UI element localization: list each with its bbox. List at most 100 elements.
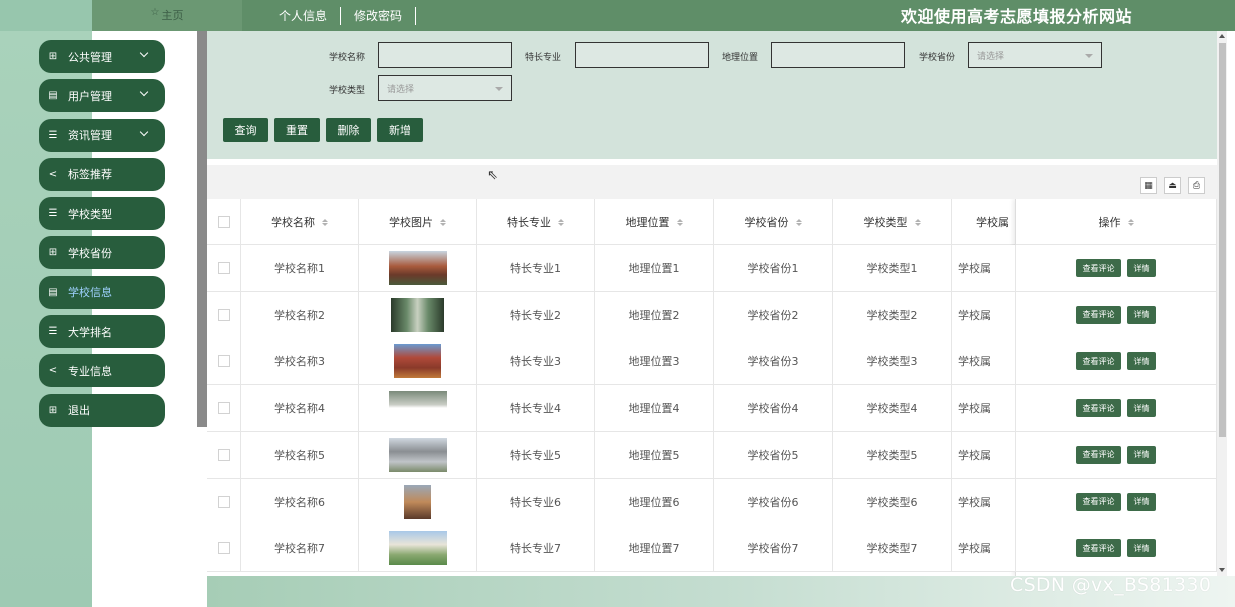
cell-text: 特长专业4 [510, 402, 561, 416]
row-checkbox[interactable] [217, 308, 230, 321]
view-comments-button[interactable]: 查看评论 [1076, 539, 1121, 558]
school-image [388, 437, 447, 472]
sidebar-item[interactable]: < 专业信息 [39, 354, 165, 388]
type-select[interactable]: 请选择 [378, 75, 512, 101]
school-name-input[interactable] [378, 42, 512, 68]
table-cell: 学校类型1 [833, 245, 952, 291]
change-password-link[interactable]: 修改密码 [341, 6, 417, 25]
column-header[interactable]: 地理位置 [595, 199, 714, 245]
view-comments-button[interactable]: 查看评论 [1076, 445, 1121, 464]
columns-icon[interactable]: ▦ [1140, 177, 1157, 194]
detail-button[interactable]: 详情 [1127, 352, 1156, 371]
type-placeholder: 请选择 [387, 84, 415, 95]
column-header[interactable]: 学校省份 [714, 199, 833, 245]
sidebar-item[interactable]: ⊞ 学校省份 [39, 236, 165, 270]
sidebar-item[interactable]: ⊞ 公共管理 [39, 40, 165, 73]
detail-button[interactable]: 详情 [1127, 539, 1156, 558]
scroll-up-icon[interactable] [1219, 34, 1225, 38]
detail-button[interactable]: 详情 [1127, 259, 1156, 277]
cell-text: 学校属 [958, 542, 991, 556]
add-button[interactable]: 新增 [377, 118, 423, 142]
reset-button[interactable]: 重置 [274, 118, 320, 142]
row-select-cell [207, 291, 241, 338]
row-checkbox[interactable] [217, 262, 230, 274]
row-select-cell [207, 525, 241, 572]
detail-button[interactable]: 详情 [1127, 492, 1156, 511]
sidebar-item[interactable]: ☰ 资讯管理 [39, 118, 165, 152]
sidebar-item[interactable]: ☰ 大学排名 [39, 315, 165, 349]
sort-icon[interactable] [322, 218, 328, 226]
sort-icon[interactable] [676, 218, 683, 226]
column-header-label: 学校名称 [271, 216, 315, 229]
table-cell: 特长专业1 [477, 245, 595, 291]
column-header[interactable]: 学校名称 [241, 199, 359, 245]
cell-text: 学校省份5 [747, 448, 799, 462]
main-scrollbar[interactable] [1217, 31, 1227, 576]
table-cell: 学校省份3 [714, 338, 833, 385]
cell-text: 学校省份3 [747, 355, 799, 369]
table-header: 学校名称 学校图片 特长专业 地理位置 学校省份 学校类型 学校属 操作 [207, 199, 1217, 245]
detail-button[interactable]: 详情 [1127, 399, 1156, 418]
school-table: 学校名称 学校图片 特长专业 地理位置 学校省份 学校类型 学校属 操作 学校名称1 特长专业1… [207, 199, 1217, 576]
detail-button[interactable]: 详情 [1127, 305, 1156, 324]
image-cell [359, 431, 477, 478]
operations-cell: 查看评论 详情 [1016, 385, 1217, 432]
select-all-checkbox[interactable] [217, 216, 230, 228]
sidebar-item[interactable]: ☰ 学校类型 [39, 197, 165, 231]
sort-icon[interactable] [558, 218, 564, 226]
sidebar-item[interactable]: ▤ 学校信息 [39, 275, 165, 309]
school-image [404, 484, 431, 519]
image-cell [359, 478, 477, 525]
delete-button[interactable]: 删除 [326, 118, 371, 142]
province-select[interactable]: 请选择 [968, 42, 1102, 68]
home-tab[interactable]: ☆ 主页 [92, 0, 242, 31]
row-checkbox[interactable] [217, 495, 230, 508]
sort-icon[interactable] [795, 218, 802, 226]
province-placeholder: 请选择 [977, 51, 1005, 62]
view-comments-button[interactable]: 查看评论 [1076, 352, 1121, 371]
column-header[interactable]: 学校图片 [359, 199, 477, 245]
print-icon[interactable]: ⎙ [1188, 177, 1205, 194]
location-input[interactable] [771, 42, 905, 68]
sort-icon[interactable] [1127, 218, 1134, 226]
table-cell: 学校省份1 [714, 245, 833, 291]
sidebar-item[interactable]: < 标签推荐 [39, 157, 165, 191]
table-cell: 特长专业4 [477, 385, 595, 432]
specialty-input[interactable] [575, 42, 709, 68]
export-icon[interactable]: ⏏ [1164, 177, 1181, 194]
chevron-down-icon [1085, 54, 1093, 58]
scroll-down-icon[interactable] [1219, 568, 1225, 572]
sort-icon[interactable] [440, 218, 446, 226]
table-cell: 学校省份4 [714, 385, 833, 432]
column-header[interactable]: 特长专业 [477, 199, 595, 245]
table-toolbar [207, 165, 1217, 199]
column-header[interactable]: 学校属 [952, 199, 1016, 245]
row-checkbox[interactable] [217, 355, 230, 368]
scroll-thumb[interactable] [1219, 43, 1226, 437]
sort-icon[interactable] [914, 218, 921, 226]
sidebar-scrollbar[interactable] [197, 31, 207, 427]
table-cell: 特长专业3 [477, 338, 595, 385]
table-cell: 学校名称6 [241, 478, 359, 525]
operations-cell: 查看评论 详情 [1016, 525, 1217, 572]
cell-text: 学校省份6 [747, 495, 799, 509]
sidebar-menu: ⊞ 公共管理 ▤ 用户管理 ☰ 资讯管理 < 标签推荐 ☰ 学校类型 ⊞ 学校省份 ▤ 学校信息 ☰ 大学排名… [39, 40, 165, 433]
sidebar-item-label: 退出 [68, 404, 90, 418]
view-comments-button[interactable]: 查看评论 [1076, 492, 1121, 511]
view-comments-button[interactable]: 查看评论 [1076, 259, 1121, 277]
row-checkbox[interactable] [217, 542, 230, 555]
column-header[interactable]: 学校类型 [833, 199, 952, 245]
detail-button[interactable]: 详情 [1127, 445, 1156, 464]
row-checkbox[interactable] [217, 402, 230, 415]
table-cell: 地理位置3 [595, 338, 714, 385]
sidebar-item[interactable]: ⊞ 退出 [39, 393, 165, 427]
profile-link[interactable]: 个人信息 [266, 6, 342, 25]
view-comments-button[interactable]: 查看评论 [1076, 305, 1121, 324]
grid-icon: ⊞ [48, 247, 58, 259]
sidebar-item[interactable]: ▤ 用户管理 [39, 79, 165, 113]
cell-text: 地理位置5 [628, 448, 680, 462]
view-comments-button[interactable]: 查看评论 [1076, 399, 1121, 418]
column-header[interactable]: 操作 [1016, 199, 1217, 245]
row-checkbox[interactable] [217, 448, 230, 461]
query-button[interactable]: 查询 [223, 118, 268, 142]
